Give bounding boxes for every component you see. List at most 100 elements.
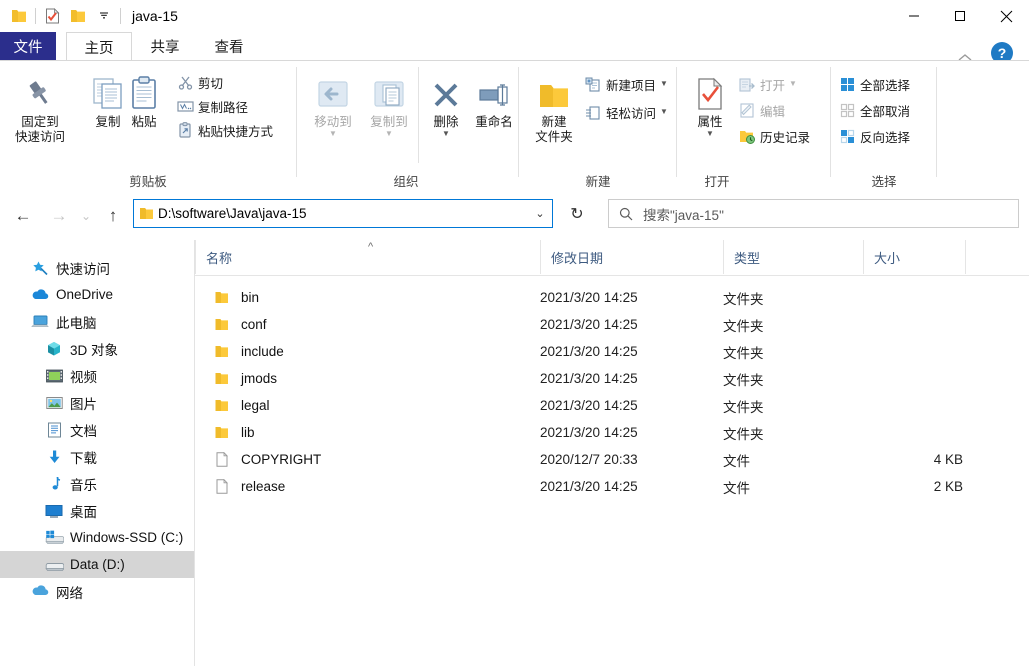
pin-to-quick-access-button[interactable]: 固定到 快速访问 [8,67,72,145]
file-name-text: jmods [241,371,278,386]
new-folder-icon [536,67,572,111]
sidebar-item-label: 视频 [70,369,97,385]
file-icon [211,452,233,467]
group-separator-1 [296,67,297,177]
file-name-text: include [241,344,284,359]
copy-to-button[interactable]: 复制到 ▼ [360,67,418,138]
folder-icon[interactable] [6,3,32,29]
table-row[interactable]: legal 2021/3/20 14:25 文件夹 [195,392,1029,419]
new-folder-icon[interactable] [65,3,91,29]
tab-view[interactable]: 查看 [198,32,260,60]
navigation-pane[interactable]: 快速访问 OneDrive 此电脑 3D 对象 视频 图片 文档 下载 音乐 桌… [0,240,195,666]
file-date-cell: 2021/3/20 14:25 [540,425,638,440]
ribbon-group-clipboard: 固定到 快速访问 复制 粘贴 剪切 复制路径 粘贴快捷方式 剪贴板 [0,61,296,193]
copy-path-label: 复制路径 [198,100,249,115]
select-none-button[interactable]: 全部取消 [838,99,910,121]
rename-icon [476,67,512,111]
open-group-label: 打开 [704,175,730,189]
file-icon [211,479,233,494]
delete-button[interactable]: 删除 ▼ [422,67,470,138]
table-row[interactable]: lib 2021/3/20 14:25 文件夹 [195,419,1029,446]
sidebar-item-label: 网络 [56,585,83,601]
sidebar-item-desktop[interactable]: 桌面 [0,497,194,524]
cut-label: 剪切 [198,76,224,91]
forward-button[interactable]: → [42,197,76,235]
table-row[interactable]: release 2021/3/20 14:25 文件 2 KB [195,473,1029,500]
sidebar-item-network[interactable]: 网络 [0,578,194,605]
invert-selection-button[interactable]: 反向选择 [838,125,910,147]
close-button[interactable] [983,0,1029,32]
table-row[interactable]: include 2021/3/20 14:25 文件夹 [195,338,1029,365]
properties-button[interactable]: 属性 ▼ [684,67,736,138]
properties-icon[interactable] [39,3,65,29]
sidebar-item-3d-objects[interactable]: 3D 对象 [0,335,194,362]
cut-button[interactable]: 剪切 [176,71,223,93]
recent-locations-button[interactable]: ⌄ [74,197,98,235]
sidebar-item-documents[interactable]: 文档 [0,416,194,443]
file-name-text: release [241,479,286,494]
new-item-button[interactable]: 新建项目 ▼ [584,73,668,95]
minimize-button[interactable] [891,0,937,32]
file-type-cell: 文件 [723,480,750,496]
tab-file[interactable]: 文件 [0,32,56,60]
sidebar-item-label: 文档 [70,423,97,439]
sidebar-item-onedrive[interactable]: OneDrive [0,281,194,308]
downloads-icon [44,447,64,467]
new-folder-button[interactable]: 新建 文件夹 [526,67,582,145]
sidebar-item-quick-access[interactable]: 快速访问 [0,254,194,281]
sidebar-item-music[interactable]: 音乐 [0,470,194,497]
sidebar-item-label: 此电脑 [56,315,97,331]
sidebar-item-data-d[interactable]: Data (D:) [0,551,194,578]
table-row[interactable]: bin 2021/3/20 14:25 文件夹 [195,284,1029,311]
tab-home[interactable]: 主页 [66,32,132,62]
column-header-date[interactable]: 修改日期 [540,240,723,274]
ribbon-group-select: 全部选择 全部取消 反向选择 选择 [834,61,934,193]
search-box[interactable]: 搜索"java-15" [608,199,1019,228]
file-date-cell: 2021/3/20 14:25 [540,344,638,359]
paste-button[interactable]: 粘贴 [112,67,176,130]
3d-objects-icon [44,339,64,359]
sidebar-item-label: 快速访问 [56,261,110,277]
move-to-button[interactable]: 移动到 ▼ [304,67,362,138]
column-header-type[interactable]: 类型 [723,240,863,274]
ribbon-group-organize: 移动到 ▼ 复制到 ▼ 删除 ▼ 重命名 组织 [300,61,513,193]
rename-button[interactable]: 重命名 [466,67,522,130]
folder-icon [211,372,233,385]
column-header-name[interactable]: 名称 [195,240,540,274]
paste-shortcut-button[interactable]: 粘贴快捷方式 [176,119,273,141]
copy-to-label: 复制到 [370,115,408,129]
maximize-button[interactable] [937,0,983,32]
back-button[interactable]: ← [6,197,40,235]
file-date-cell: 2021/3/20 14:25 [540,371,638,386]
easy-access-button[interactable]: 轻松访问 ▼ [584,101,668,123]
column-header-blank[interactable] [965,240,1029,274]
open-button[interactable]: 打开 ▼ [738,73,797,95]
sidebar-item-label: OneDrive [56,287,114,302]
group-separator-2 [518,67,519,177]
sidebar-item-windows-ssd-c[interactable]: Windows-SSD (C:) [0,524,194,551]
sidebar-item-label: Windows-SSD (C:) [70,530,184,545]
select-all-button[interactable]: 全部选择 [838,73,910,95]
new-group-label: 新建 [585,175,611,189]
history-button[interactable]: 历史记录 [738,125,810,147]
edit-button[interactable]: 编辑 [738,99,785,121]
refresh-button[interactable]: ↻ [562,203,592,225]
file-name-cell: legal [195,398,540,413]
sidebar-item-videos[interactable]: 视频 [0,362,194,389]
chevron-down-icon[interactable] [91,3,117,29]
column-header-size[interactable]: 大小 [863,240,965,274]
toolbar-divider [35,8,36,24]
table-row[interactable]: conf 2021/3/20 14:25 文件夹 [195,311,1029,338]
table-row[interactable]: COPYRIGHT 2020/12/7 20:33 文件 4 KB [195,446,1029,473]
chevron-down-icon[interactable]: ⌄ [528,207,552,220]
sidebar-item-pictures[interactable]: 图片 [0,389,194,416]
table-row[interactable]: jmods 2021/3/20 14:25 文件夹 [195,365,1029,392]
copy-path-button[interactable]: 复制路径 [176,95,248,117]
tab-share[interactable]: 共享 [134,32,196,60]
address-bar[interactable]: D:\software\Java\java-15 ⌄ [133,199,553,228]
file-size-cell: 2 KB [933,479,963,494]
delete-label: 删除 [433,115,459,129]
up-button[interactable]: ↑ [100,197,126,235]
sidebar-item-this-pc[interactable]: 此电脑 [0,308,194,335]
sidebar-item-downloads[interactable]: 下载 [0,443,194,470]
